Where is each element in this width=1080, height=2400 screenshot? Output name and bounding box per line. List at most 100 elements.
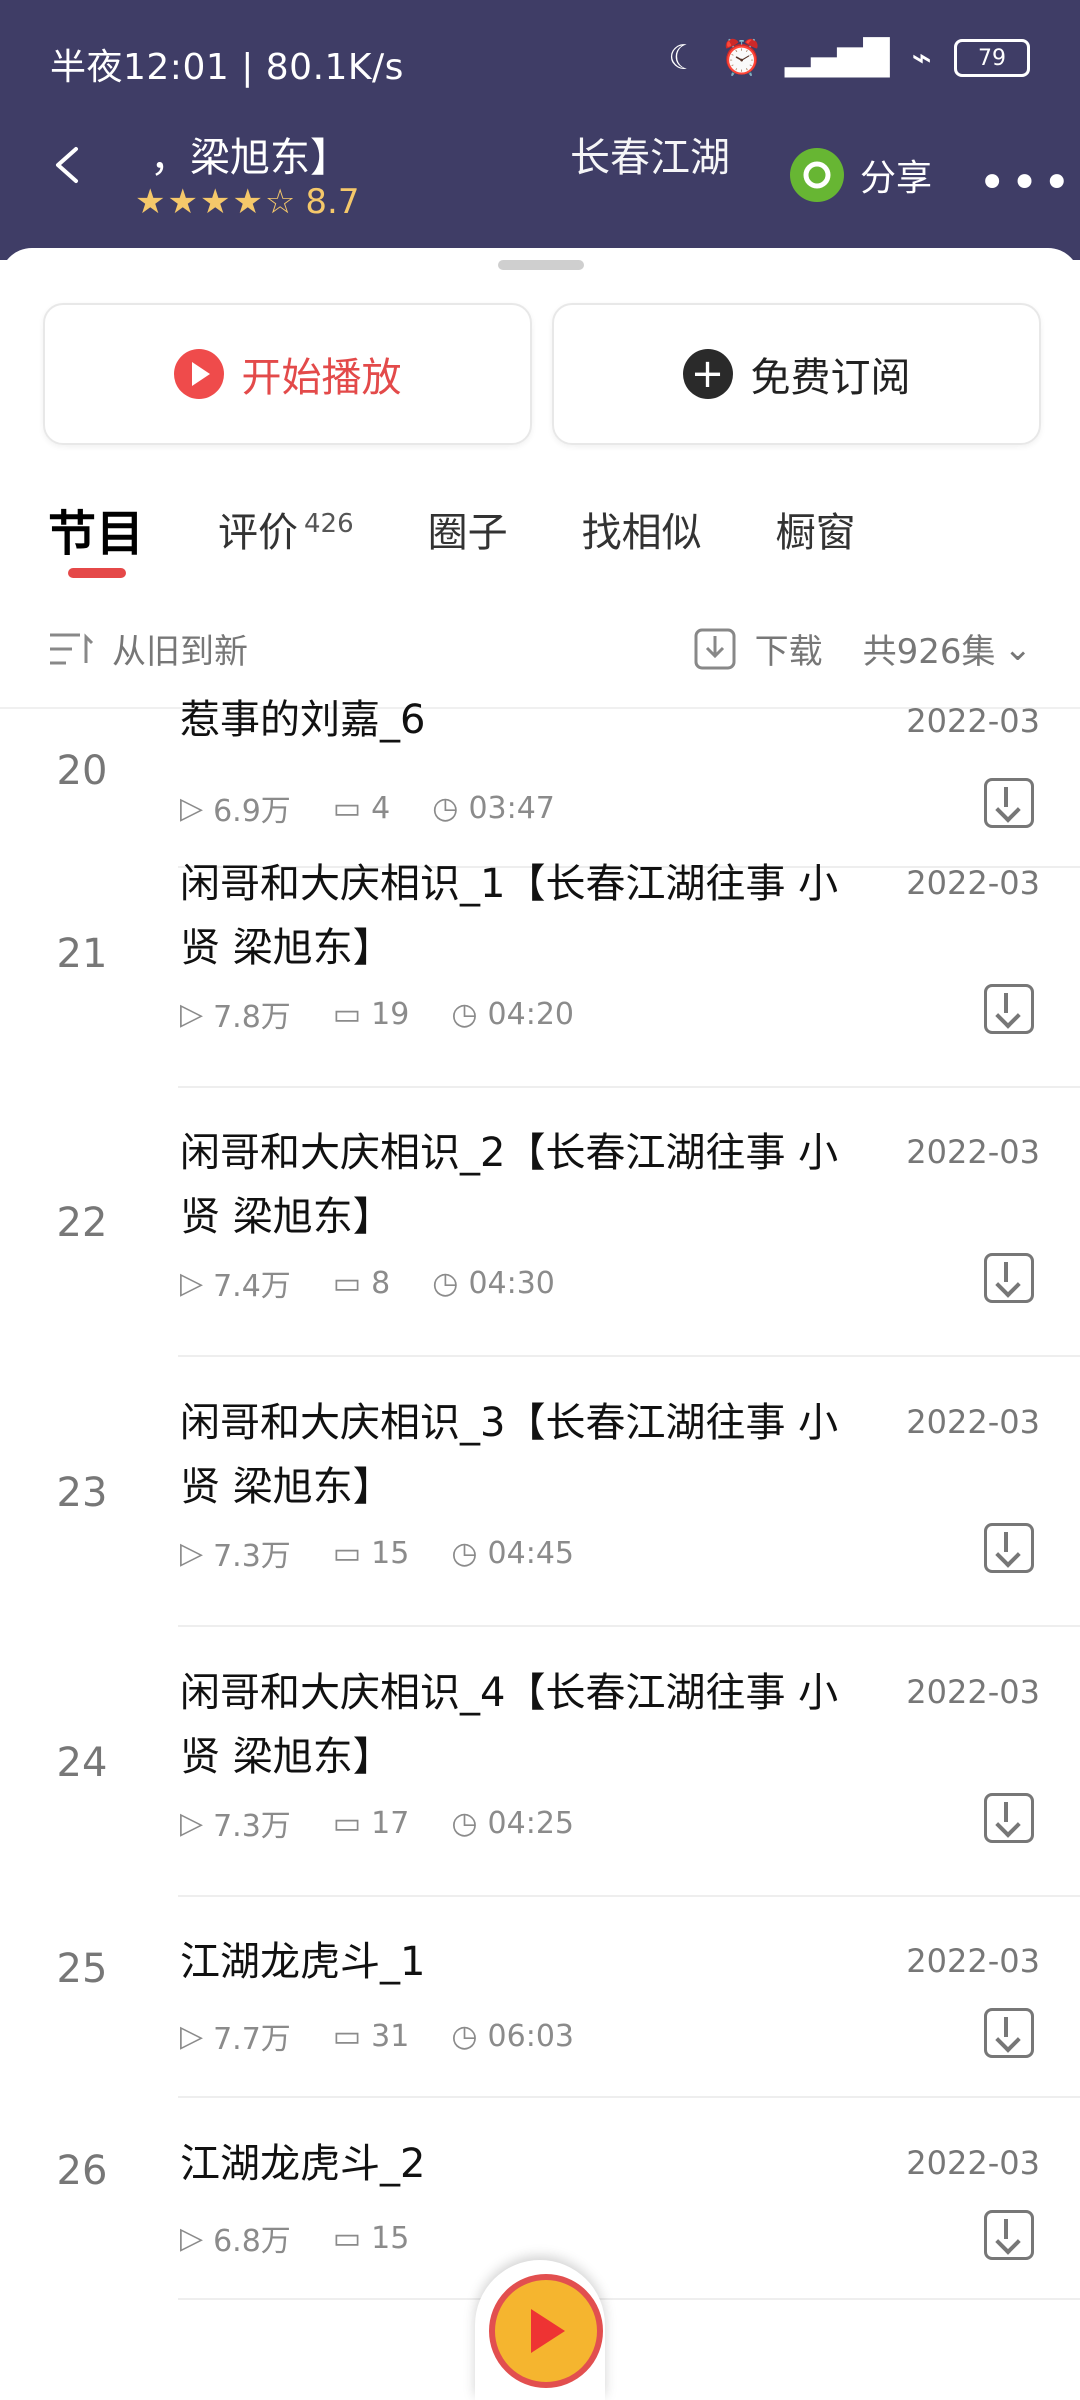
tab-showcase[interactable]: 橱窗 xyxy=(776,500,856,570)
tab-reviews[interactable]: 评价 426 xyxy=(218,500,354,570)
play-count: ▷ 7.8万 xyxy=(180,996,291,1036)
floating-player-button[interactable] xyxy=(475,2260,605,2400)
download-all-button[interactable]: 下载 xyxy=(693,624,823,673)
sort-label: 从旧到新 xyxy=(112,632,248,672)
row-divider xyxy=(178,1086,1080,1088)
album-title-fragment: ，梁旭东】 xyxy=(150,135,350,181)
album-title-scroll: 长春江湖 xyxy=(570,135,730,181)
tab-reviews-label: 评价 xyxy=(218,510,299,556)
play-icon xyxy=(173,349,224,399)
mini-player-icon xyxy=(489,2274,603,2388)
episode-meta: ▷ 7.3万 ▭ 15 ◷ 04:45 xyxy=(180,1531,574,1575)
play-count: ▷ 7.4万 xyxy=(180,1265,291,1305)
duration: ◷ 04:30 xyxy=(432,1265,555,1301)
episode-date: 2022-03 xyxy=(906,864,1040,902)
episode-download-icon[interactable] xyxy=(984,2210,1034,2260)
comment-icon: ▭ xyxy=(332,1265,362,1301)
sort-icon xyxy=(50,632,94,664)
share-button[interactable]: 分享 xyxy=(790,148,932,202)
episode-number: 25 xyxy=(56,1946,108,1992)
free-subscribe-button[interactable]: + 免费订阅 xyxy=(552,303,1041,445)
alarm-icon: ⏰ xyxy=(720,38,763,78)
tab-circle[interactable]: 圈子 xyxy=(428,500,508,570)
sheet-handle[interactable] xyxy=(498,260,584,270)
row-divider xyxy=(178,1895,1080,1897)
reviews-count-badge: 426 xyxy=(304,508,354,539)
clock-icon: ◷ xyxy=(451,1805,478,1841)
clock-icon: ◷ xyxy=(451,1535,478,1571)
status-time: 半夜12:01 | 80.1K/s xyxy=(50,47,404,88)
episode-download-icon[interactable] xyxy=(984,1793,1034,1843)
episode-title: 闲哥和大庆相识_2【长春江湖往事 小贤 梁旭东】 xyxy=(180,1130,839,1240)
episode-number: 20 xyxy=(56,748,108,794)
episode-count-dropdown[interactable]: 共926集 ⌄ xyxy=(863,624,1032,673)
top-header: 半夜12:01 | 80.1K/s ☾ ⏰ ▂▄▆█ ⌁ 79 ，梁旭东】 ★★… xyxy=(0,0,1080,260)
episode-date: 2022-03 xyxy=(906,702,1040,740)
comment-count: ▭ 31 xyxy=(332,2018,410,2054)
duration: ◷ 06:03 xyxy=(451,2018,574,2054)
clock-icon: ◷ xyxy=(432,1265,459,1301)
play-icon: ▷ xyxy=(180,2018,204,2054)
sort-control[interactable]: 从旧到新 xyxy=(48,624,248,673)
play-count: ▷ 7.7万 xyxy=(180,2018,291,2058)
episode-number: 21 xyxy=(56,931,108,977)
episode-download-icon[interactable] xyxy=(984,984,1034,1034)
play-count: ▷ 7.3万 xyxy=(180,1535,291,1575)
play-icon: ▷ xyxy=(180,790,204,826)
comment-icon: ▭ xyxy=(332,790,362,826)
comment-icon: ▭ xyxy=(332,2018,362,2054)
more-icon[interactable]: ••• xyxy=(978,155,1075,211)
episode-title: 闲哥和大庆相识_1【长春江湖往事 小贤 梁旭东】 xyxy=(180,861,839,971)
duration: ◷ 03:47 xyxy=(432,790,555,826)
row-divider xyxy=(178,2298,1080,2300)
comment-count: ▭ 15 xyxy=(332,2220,410,2256)
row-divider xyxy=(178,2096,1080,2098)
duration: ◷ 04:25 xyxy=(451,1805,574,1841)
episode-download-icon[interactable] xyxy=(984,1523,1034,1573)
episode-download-icon[interactable] xyxy=(984,778,1034,828)
play-icon: ▷ xyxy=(180,1535,204,1571)
tab-bar: 节目 评价 426 圈子 找相似 橱窗 xyxy=(48,500,856,570)
comment-icon: ▭ xyxy=(332,2220,362,2256)
tab-episodes[interactable]: 节目 xyxy=(48,494,144,564)
episode-meta: ▷ 7.8万 ▭ 19 ◷ 04:20 xyxy=(180,992,574,1036)
rating-stars: ★★★★☆ xyxy=(135,182,298,222)
episode-count-label: 共926集 xyxy=(862,632,996,672)
comment-count: ▭ 17 xyxy=(332,1805,410,1841)
episode-meta: ▷ 7.3万 ▭ 17 ◷ 04:25 xyxy=(180,1801,574,1845)
tab-similar[interactable]: 找相似 xyxy=(582,500,702,570)
row-divider xyxy=(178,1355,1080,1357)
back-icon[interactable] xyxy=(48,145,88,185)
wifi-icon: ⌁ xyxy=(911,38,932,78)
comment-count: ▭ 4 xyxy=(332,790,391,826)
battery-icon: 79 xyxy=(954,39,1030,77)
episode-meta: ▷ 7.4万 ▭ 8 ◷ 04:30 xyxy=(180,1261,555,1305)
comment-icon: ▭ xyxy=(332,1535,362,1571)
episode-date: 2022-03 xyxy=(906,1942,1040,1980)
comment-count: ▭ 8 xyxy=(332,1265,391,1301)
moon-icon: ☾ xyxy=(668,38,699,78)
status-icons: ☾ ⏰ ▂▄▆█ ⌁ 79 xyxy=(668,38,1030,78)
episode-download-icon[interactable] xyxy=(984,1253,1034,1303)
filter-actions: 下载 共926集 ⌄ xyxy=(693,624,1032,673)
episode-meta: ▷ 7.7万 ▭ 31 ◷ 06:03 xyxy=(180,2014,574,2058)
play-icon: ▷ xyxy=(180,2220,204,2256)
content-sheet xyxy=(0,248,1080,2400)
play-count: ▷ 7.3万 xyxy=(180,1805,291,1845)
comment-icon: ▭ xyxy=(332,1805,362,1841)
play-count: ▷ 6.8万 xyxy=(180,2220,291,2260)
episode-download-icon[interactable] xyxy=(984,2008,1034,2058)
duration: ◷ 04:45 xyxy=(451,1535,574,1571)
play-icon: ▷ xyxy=(180,1265,204,1301)
share-icon xyxy=(790,148,844,202)
comment-count: ▭ 15 xyxy=(332,1535,410,1571)
play-icon: ▷ xyxy=(180,1805,204,1841)
episode-date: 2022-03 xyxy=(906,1673,1040,1711)
clock-icon: ◷ xyxy=(432,790,459,826)
rating: ★★★★☆ 8.7 xyxy=(135,182,359,222)
start-play-button[interactable]: 开始播放 xyxy=(43,303,532,445)
download-icon xyxy=(694,628,736,669)
clock-icon: ◷ xyxy=(451,2018,478,2054)
share-label: 分享 xyxy=(860,158,933,199)
episode-number: 22 xyxy=(56,1200,108,1246)
